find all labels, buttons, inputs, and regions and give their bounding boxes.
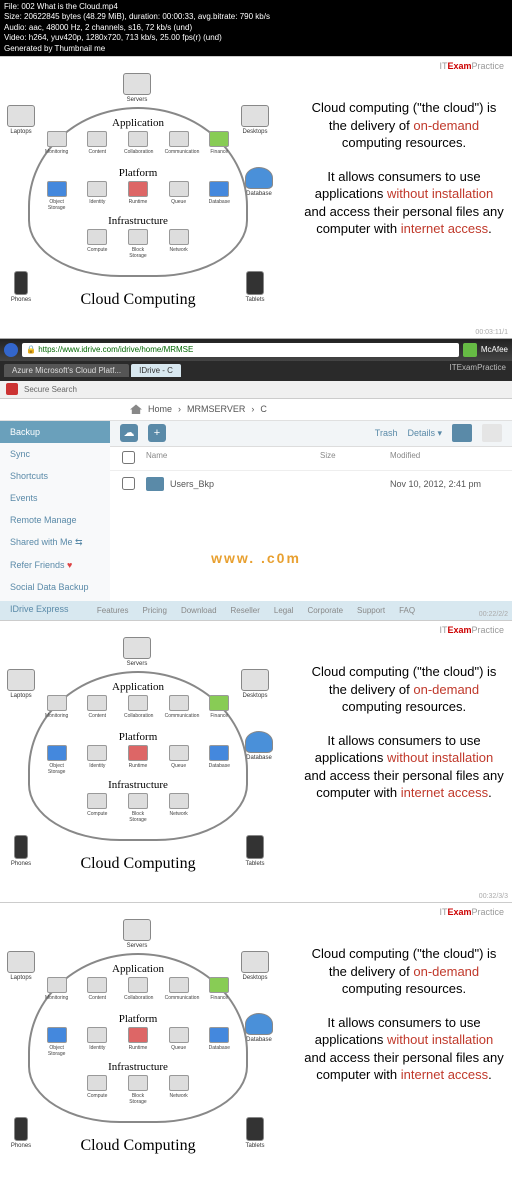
layer-platform: Platform — [30, 167, 246, 179]
timestamp-1: 00:03:11/1 — [475, 329, 508, 336]
cloud-outline: Application Monitoring Content Collabora… — [28, 107, 248, 277]
mcafee-badge: McAfee — [481, 345, 508, 354]
folder-icon — [146, 477, 164, 491]
tab-idrive[interactable]: IDrive - C — [131, 364, 181, 377]
meta-size: Size: 20622845 bytes (48.29 MiB), durati… — [4, 12, 508, 22]
browser-titlebar: 🔒 https://www.idrive.com/idrive/home/MRM… — [0, 339, 512, 361]
home-icon[interactable] — [130, 404, 142, 414]
sidebar: Backup Sync Shortcuts Events Remote Mana… — [0, 421, 110, 601]
app-row: Monitoring Content Collaboration Communi… — [30, 131, 246, 155]
footer-corporate[interactable]: Corporate — [307, 606, 343, 615]
grid-view-button[interactable] — [482, 424, 502, 442]
thumbnail-2-browser: ITExamPractice 🔒 https://www.idrive.com/… — [0, 338, 512, 620]
servers-icon: Servers — [116, 73, 158, 103]
timestamp-2: 00:22/2/2 — [479, 611, 508, 618]
footer-legal[interactable]: Legal — [274, 606, 294, 615]
timestamp-3: 00:32/3/3 — [479, 893, 508, 900]
col-modified[interactable]: Modified — [390, 451, 500, 466]
video-metadata: File: 002 What is the Cloud.mp4 Size: 20… — [0, 0, 512, 56]
thumbnail-3: ITExamPractice Servers Laptops Desktops … — [0, 620, 512, 902]
layer-application: Application — [30, 117, 246, 129]
brand-logo: ITExamPractice — [439, 61, 504, 71]
breadcrumb: Home› MRMSERVER› C — [0, 399, 512, 421]
file-modified: Nov 10, 2012, 2:41 pm — [390, 479, 500, 489]
secure-search[interactable]: Secure Search — [24, 385, 77, 394]
footer-faq[interactable]: FAQ — [399, 606, 415, 615]
col-name[interactable]: Name — [146, 451, 320, 466]
row-checkbox[interactable] — [122, 477, 135, 490]
sidebar-item-refer[interactable]: Refer Friends ♥ — [0, 554, 110, 576]
table-header: Name Size Modified — [110, 447, 512, 471]
shield-icon — [6, 383, 18, 395]
sidebar-item-sync[interactable]: Sync — [0, 443, 110, 465]
watermark: www. .c0m — [211, 550, 301, 566]
table-row[interactable]: Users_Bkp Nov 10, 2012, 2:41 pm — [110, 471, 512, 498]
col-size[interactable]: Size — [320, 451, 390, 466]
meta-gen: Generated by Thumbnail me — [4, 44, 508, 54]
crumb-home[interactable]: Home — [148, 404, 172, 414]
toolbar: ☁ + Trash Details ▾ — [110, 421, 512, 447]
sidebar-item-backup[interactable]: Backup — [0, 421, 110, 443]
slide-text: Cloud computing ("the cloud") is the del… — [304, 945, 504, 1100]
cloud-diagram: Servers Laptops Desktops Database Phones… — [8, 641, 268, 891]
cloud-diagram: Servers Laptops Desktops Database Phones… — [8, 923, 268, 1173]
sidebar-item-remote[interactable]: Remote Manage — [0, 509, 110, 531]
meta-audio: Audio: aac, 48000 Hz, 2 channels, s16, 7… — [4, 23, 508, 33]
security-bar: Secure Search — [0, 381, 512, 399]
heart-icon: ♥ — [67, 560, 72, 570]
thumbnail-4: ITExamPractice Servers Laptops Desktops … — [0, 902, 512, 1202]
list-view-button[interactable] — [452, 424, 472, 442]
meta-file: File: 002 What is the Cloud.mp4 — [4, 2, 508, 12]
thumbnail-1: ITExamPractice Servers Laptops Desktops … — [0, 56, 512, 338]
slide-text: Cloud computing ("the cloud") is the del… — [304, 99, 504, 254]
tab-azure[interactable]: Azure Microsoft's Cloud Platf... — [4, 364, 129, 377]
layer-infrastructure: Infrastructure — [30, 215, 246, 227]
browser-icon — [4, 343, 18, 357]
slide-text: Cloud computing ("the cloud") is the del… — [304, 663, 504, 818]
sidebar-item-express[interactable]: IDrive Express — [0, 598, 110, 620]
crumb-c[interactable]: C — [260, 404, 267, 414]
brand-logo: ITExamPractice — [450, 363, 506, 372]
brand-logo: ITExamPractice — [439, 625, 504, 635]
add-button[interactable]: + — [148, 424, 166, 442]
upload-button[interactable]: ☁ — [120, 424, 138, 442]
sidebar-item-social[interactable]: Social Data Backup — [0, 576, 110, 598]
footer-download[interactable]: Download — [181, 606, 217, 615]
tab-bar: Azure Microsoft's Cloud Platf... IDrive … — [0, 361, 512, 381]
trash-link[interactable]: Trash — [375, 428, 398, 438]
share-icon: ⇆ — [75, 537, 83, 547]
sidebar-item-shortcuts[interactable]: Shortcuts — [0, 465, 110, 487]
refresh-button[interactable] — [463, 343, 477, 357]
sidebar-item-events[interactable]: Events — [0, 487, 110, 509]
url-input[interactable]: 🔒 https://www.idrive.com/idrive/home/MRM… — [22, 343, 459, 357]
infra-row: Compute Block Storage Network — [30, 229, 246, 259]
platform-row: Object Storage Identity Runtime Queue Da… — [30, 181, 246, 211]
select-all-checkbox[interactable] — [122, 451, 135, 464]
brand-logo: ITExamPractice — [439, 907, 504, 917]
file-content: ☁ + Trash Details ▾ Name Size Modified U… — [110, 421, 512, 601]
footer-pricing[interactable]: Pricing — [143, 606, 167, 615]
footer-reseller[interactable]: Reseller — [231, 606, 260, 615]
crumb-server[interactable]: MRMSERVER — [187, 404, 245, 414]
diagram-caption: Cloud Computing — [8, 291, 268, 309]
cloud-diagram: Servers Laptops Desktops Database Phones… — [8, 77, 268, 327]
file-name: Users_Bkp — [170, 479, 214, 489]
meta-video: Video: h264, yuv420p, 1280x720, 713 kb/s… — [4, 33, 508, 43]
details-link[interactable]: Details ▾ — [407, 428, 442, 439]
footer-features[interactable]: Features — [97, 606, 129, 615]
sidebar-item-shared[interactable]: Shared with Me ⇆ — [0, 531, 110, 554]
footer-support[interactable]: Support — [357, 606, 385, 615]
